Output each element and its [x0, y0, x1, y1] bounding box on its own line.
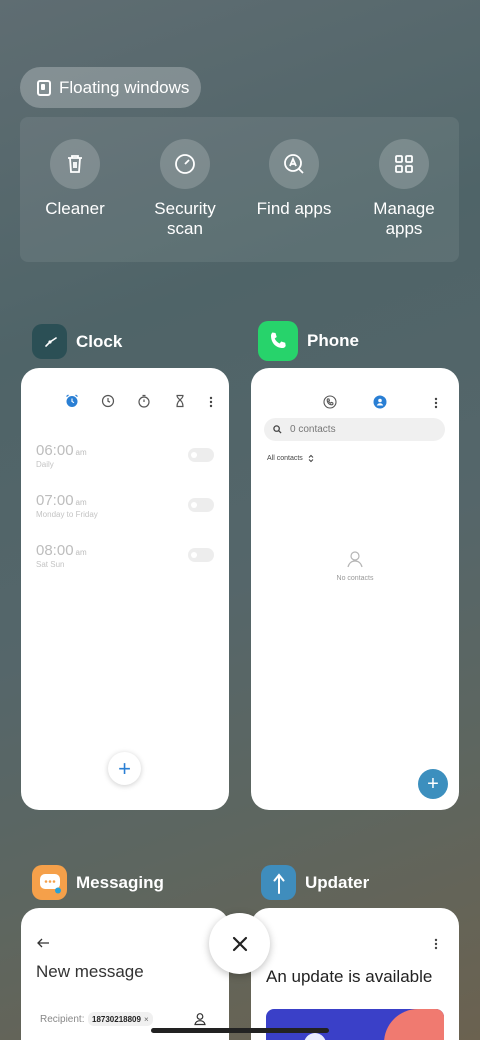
- remove-recipient-icon[interactable]: ×: [144, 1015, 149, 1024]
- floating-windows-button[interactable]: Floating windows: [20, 67, 201, 108]
- find-apps-label: Find apps: [256, 199, 332, 218]
- alarm-item[interactable]: 07:00 am Monday to Friday: [36, 492, 214, 519]
- updater-app-icon: [261, 865, 296, 900]
- timer-tab-icon[interactable]: [173, 394, 187, 413]
- stopwatch-tab-icon[interactable]: [137, 394, 151, 413]
- clock-app-icon: [32, 324, 67, 359]
- cleaner-button[interactable]: Cleaner: [25, 139, 125, 219]
- manage-apps-label: Manage apps: [373, 199, 435, 238]
- security-scan-icon: [160, 139, 210, 189]
- phone-app-name: Phone: [307, 331, 359, 350]
- find-apps-icon: [269, 139, 319, 189]
- person-icon: [347, 551, 363, 568]
- clock-app-header[interactable]: Clock: [32, 324, 122, 359]
- quick-tools-panel: Cleaner Security scan Find apps Manage a…: [20, 117, 459, 262]
- search-icon: [273, 425, 282, 434]
- add-contact-button[interactable]: +: [418, 769, 448, 799]
- more-options-icon[interactable]: [434, 396, 438, 414]
- grid-icon: [379, 139, 429, 189]
- floating-window-icon: [37, 79, 51, 96]
- alarm-toggle[interactable]: [188, 548, 214, 562]
- alarm-item[interactable]: 06:00 am Daily: [36, 442, 214, 469]
- new-message-title: New message: [36, 962, 144, 981]
- floating-windows-label: Floating windows: [59, 77, 190, 97]
- clock-app-name: Clock: [76, 331, 123, 351]
- clock-app-card[interactable]: 06:00 am Daily 07:00 am Monday to Friday 0…: [21, 368, 229, 810]
- empty-contacts-text: No contacts: [336, 575, 374, 582]
- cleaner-label: Cleaner: [45, 199, 105, 218]
- close-all-button[interactable]: [209, 913, 270, 974]
- contacts-search-input[interactable]: 0 contacts: [264, 418, 445, 441]
- more-options-icon[interactable]: [434, 937, 438, 955]
- clock-tabs: [65, 394, 213, 413]
- messaging-app-name: Messaging: [76, 872, 164, 892]
- phone-app-icon: [258, 321, 298, 361]
- updater-app-header[interactable]: Updater: [261, 865, 369, 900]
- alarm-repeat: Daily: [36, 460, 54, 469]
- messaging-app-header[interactable]: Messaging: [32, 865, 164, 900]
- home-indicator[interactable]: [151, 1028, 329, 1033]
- recipient-chip[interactable]: 18730218809 ×: [88, 1012, 153, 1026]
- security-scan-label: Security scan: [154, 199, 216, 238]
- find-apps-button[interactable]: Find apps: [244, 139, 344, 219]
- recipient-label: Recipient:: [40, 1014, 85, 1025]
- close-icon: [232, 936, 247, 951]
- call-log-tab-icon[interactable]: [323, 395, 337, 414]
- update-available-title: An update is available: [266, 967, 433, 986]
- search-placeholder: 0 contacts: [290, 424, 336, 435]
- back-arrow-icon[interactable]: [37, 935, 50, 953]
- plus-icon: +: [118, 755, 131, 781]
- empty-contacts-state: No contacts: [251, 549, 459, 582]
- alarm-tab-icon[interactable]: [65, 394, 79, 413]
- alarm-toggle[interactable]: [188, 498, 214, 512]
- phone-app-card[interactable]: 0 contacts All contacts No contacts +: [251, 368, 459, 810]
- security-scan-button[interactable]: Security scan: [135, 139, 235, 239]
- messaging-app-card[interactable]: New message Recipient: 18730218809 ×: [21, 908, 229, 1040]
- messaging-app-icon: [32, 865, 67, 900]
- more-options-icon[interactable]: [209, 395, 213, 413]
- manage-apps-button[interactable]: Manage apps: [354, 139, 454, 239]
- alarm-repeat: Sat Sun: [36, 560, 65, 569]
- trash-icon: [50, 139, 100, 189]
- filter-label: All contacts: [267, 455, 303, 462]
- contacts-tab-icon[interactable]: [373, 395, 387, 414]
- plus-icon: +: [427, 772, 439, 795]
- alarm-repeat: Monday to Friday: [36, 510, 98, 519]
- add-alarm-button[interactable]: +: [108, 752, 141, 785]
- world-clock-tab-icon[interactable]: [101, 394, 115, 413]
- update-banner-image: [266, 1009, 444, 1040]
- contacts-filter-dropdown[interactable]: All contacts: [267, 454, 314, 463]
- updater-app-card[interactable]: An update is available: [251, 908, 459, 1040]
- alarm-item[interactable]: 08:00 am Sat Sun: [36, 542, 214, 569]
- phone-app-header[interactable]: Phone: [258, 321, 359, 361]
- recipient-number: 18730218809: [92, 1014, 141, 1024]
- updater-app-name: Updater: [305, 872, 370, 892]
- alarm-toggle[interactable]: [188, 448, 214, 462]
- sort-chevron-icon: [308, 454, 314, 463]
